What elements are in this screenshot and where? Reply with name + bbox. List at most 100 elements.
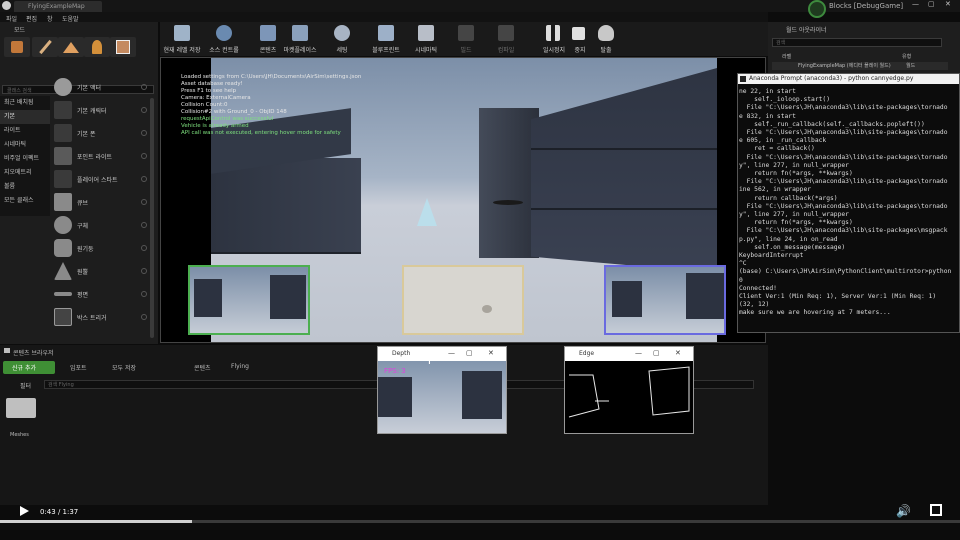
breadcrumb-root[interactable]: 콘텐츠 bbox=[194, 363, 211, 372]
block-seam bbox=[531, 148, 717, 150]
minimize-button[interactable]: — bbox=[635, 349, 642, 357]
place-item[interactable]: 원기둥 bbox=[53, 238, 147, 259]
console-line: File "C:\Users\JH\anaconda3\lib\site-pac… bbox=[739, 227, 948, 235]
category-recent[interactable]: 최근 배치됨 bbox=[0, 96, 50, 110]
depth-window[interactable]: Depth — ▢ ✕ FPS: 3 + bbox=[377, 346, 507, 434]
log-line: Vehicle is already armed bbox=[181, 123, 249, 129]
character-icon bbox=[54, 101, 72, 119]
place-item[interactable]: 박스 트리거 bbox=[53, 307, 147, 328]
volume-icon[interactable]: 🔊 bbox=[896, 504, 911, 518]
category-lights[interactable]: 라이트 bbox=[0, 124, 50, 138]
place-item[interactable]: 큐브 bbox=[53, 192, 147, 213]
maximize-button[interactable]: ▢ bbox=[928, 0, 935, 8]
console-line: File "C:\Users\JH\anaconda3\lib\site-pac… bbox=[739, 202, 948, 210]
edge-window[interactable]: Edge — ▢ ✕ bbox=[564, 346, 694, 434]
breadcrumb-leaf[interactable]: Flying bbox=[231, 363, 249, 370]
place-item[interactable]: 원뿔 bbox=[53, 261, 147, 282]
settings-button[interactable]: 세팅 bbox=[322, 22, 362, 56]
content-browser-tab[interactable]: 콘텐츠 브라우저 bbox=[13, 348, 54, 357]
build-button[interactable]: 빌드 bbox=[446, 22, 486, 56]
depth-window-title-bar[interactable]: Depth — ▢ ✕ bbox=[378, 347, 506, 361]
folder-icon[interactable] bbox=[6, 398, 36, 418]
build-label: 빌드 bbox=[460, 47, 472, 54]
import-button[interactable]: 임포트 bbox=[70, 363, 87, 372]
category-all-classes[interactable]: 모든 클래스 bbox=[0, 194, 50, 208]
foliage-icon bbox=[92, 40, 102, 54]
console-title-bar[interactable]: Anaconda Prompt (anaconda3) - python can… bbox=[738, 74, 959, 84]
fullscreen-icon[interactable] bbox=[930, 504, 942, 516]
minimize-button[interactable]: — bbox=[448, 349, 455, 357]
place-item[interactable]: 구체 bbox=[53, 215, 147, 236]
place-mode-button[interactable] bbox=[4, 37, 30, 57]
paint-mode-button[interactable] bbox=[32, 37, 58, 57]
outliner-search-input[interactable]: 검색 bbox=[772, 38, 942, 47]
marketplace-icon bbox=[292, 25, 308, 41]
maximize-button[interactable]: ▢ bbox=[466, 349, 473, 357]
foliage-mode-button[interactable] bbox=[84, 37, 110, 57]
compile-button[interactable]: 컴파일 bbox=[486, 22, 526, 56]
eject-label: 탈출 bbox=[600, 47, 612, 54]
edge-lines bbox=[568, 366, 690, 418]
save-level-button[interactable]: 현재 레벨 저장 bbox=[162, 22, 202, 56]
eject-button[interactable]: 탈출 bbox=[586, 22, 626, 56]
menu-bar: 파일 편집 창 도움말 bbox=[0, 12, 768, 23]
place-icon bbox=[11, 41, 23, 53]
crosshair-cursor-icon: + bbox=[424, 353, 435, 368]
depth-window-title: Depth bbox=[392, 350, 411, 357]
maximize-button[interactable]: ▢ bbox=[653, 349, 660, 357]
progress-fill bbox=[0, 520, 192, 523]
blueprints-button[interactable]: 블루프린트 bbox=[366, 22, 406, 56]
pause-icon bbox=[546, 25, 560, 41]
console-line: return fn(*args, **kwargs) bbox=[739, 219, 853, 227]
console-line: y", line 277, in null_wrapper bbox=[739, 161, 849, 169]
save-all-button[interactable]: 모두 저장 bbox=[112, 363, 136, 372]
close-button[interactable]: ✕ bbox=[945, 0, 951, 8]
place-item[interactable]: 기본 캐릭터 bbox=[53, 100, 147, 121]
log-line: Press F1 to see help bbox=[181, 88, 237, 94]
scrollbar[interactable] bbox=[150, 98, 154, 338]
game-viewport[interactable]: Loaded settings from C:\Users\JH\Documen… bbox=[160, 57, 766, 343]
landscape-mode-button[interactable] bbox=[58, 37, 84, 57]
build-icon bbox=[458, 25, 474, 41]
console-line: File "C:\Users\JH\anaconda3\lib\site-pac… bbox=[739, 178, 948, 186]
place-item[interactable]: 포인트 라이트 bbox=[53, 146, 147, 167]
source-control-button[interactable]: 소스 컨트롤 bbox=[204, 22, 244, 56]
place-item[interactable]: 플레이어 스타트 bbox=[53, 169, 147, 190]
close-button[interactable]: ✕ bbox=[488, 349, 494, 357]
console-line: e 605, in _run_callback bbox=[739, 137, 827, 145]
console-line: y", line 277, in null_wrapper bbox=[739, 211, 849, 219]
category-visual-effects[interactable]: 비주얼 이펙트 bbox=[0, 152, 50, 166]
place-item[interactable]: 기본 액터 bbox=[53, 77, 147, 98]
source-control-icon bbox=[216, 25, 232, 41]
outliner-col-type: 유형 bbox=[902, 54, 912, 60]
geometry-mode-button[interactable] bbox=[110, 37, 136, 57]
progress-bar[interactable] bbox=[0, 520, 960, 523]
log-line: Loaded settings from C:\Users\JH\Documen… bbox=[181, 74, 362, 80]
place-item[interactable]: 기본 폰 bbox=[53, 123, 147, 144]
console-line: self._run_callback(self._callbacks.pople… bbox=[739, 120, 925, 128]
outliner-row[interactable]: FlyingExampleMap (에디터 플레이 월드) 월드 bbox=[772, 62, 948, 70]
close-button[interactable]: ✕ bbox=[675, 349, 681, 357]
add-new-button[interactable]: 신규 추가 bbox=[3, 361, 55, 374]
level-tab[interactable]: FlyingExampleMap bbox=[14, 1, 102, 12]
minimize-button[interactable]: — bbox=[912, 0, 919, 8]
category-cinematic[interactable]: 시네마틱 bbox=[0, 138, 50, 152]
cinematics-button[interactable]: 시네마틱 bbox=[406, 22, 446, 56]
blueprint-icon bbox=[378, 25, 394, 41]
anaconda-console-window[interactable]: Anaconda Prompt (anaconda3) - python can… bbox=[737, 73, 960, 333]
marketplace-button[interactable]: 마켓플레이스 bbox=[280, 22, 320, 56]
filter-button[interactable]: 필터 bbox=[20, 381, 31, 390]
play-button[interactable] bbox=[20, 506, 29, 516]
console-line: make sure we are hovering at 7 meters... bbox=[739, 309, 891, 317]
console-line: ne 22, in start bbox=[739, 88, 796, 95]
log-line: Collision Count:0 bbox=[181, 102, 228, 108]
category-basic[interactable]: 기본 bbox=[0, 110, 50, 124]
edge-window-title-bar[interactable]: Edge — ▢ ✕ bbox=[565, 347, 693, 361]
stop-icon bbox=[572, 27, 585, 40]
category-geometry[interactable]: 지오메트리 bbox=[0, 166, 50, 180]
landscape-icon bbox=[63, 42, 79, 53]
depth-blob bbox=[482, 305, 492, 313]
console-line: 0 bbox=[739, 276, 743, 284]
place-item[interactable]: 평면 bbox=[53, 284, 147, 305]
category-volumes[interactable]: 볼륨 bbox=[0, 180, 50, 194]
